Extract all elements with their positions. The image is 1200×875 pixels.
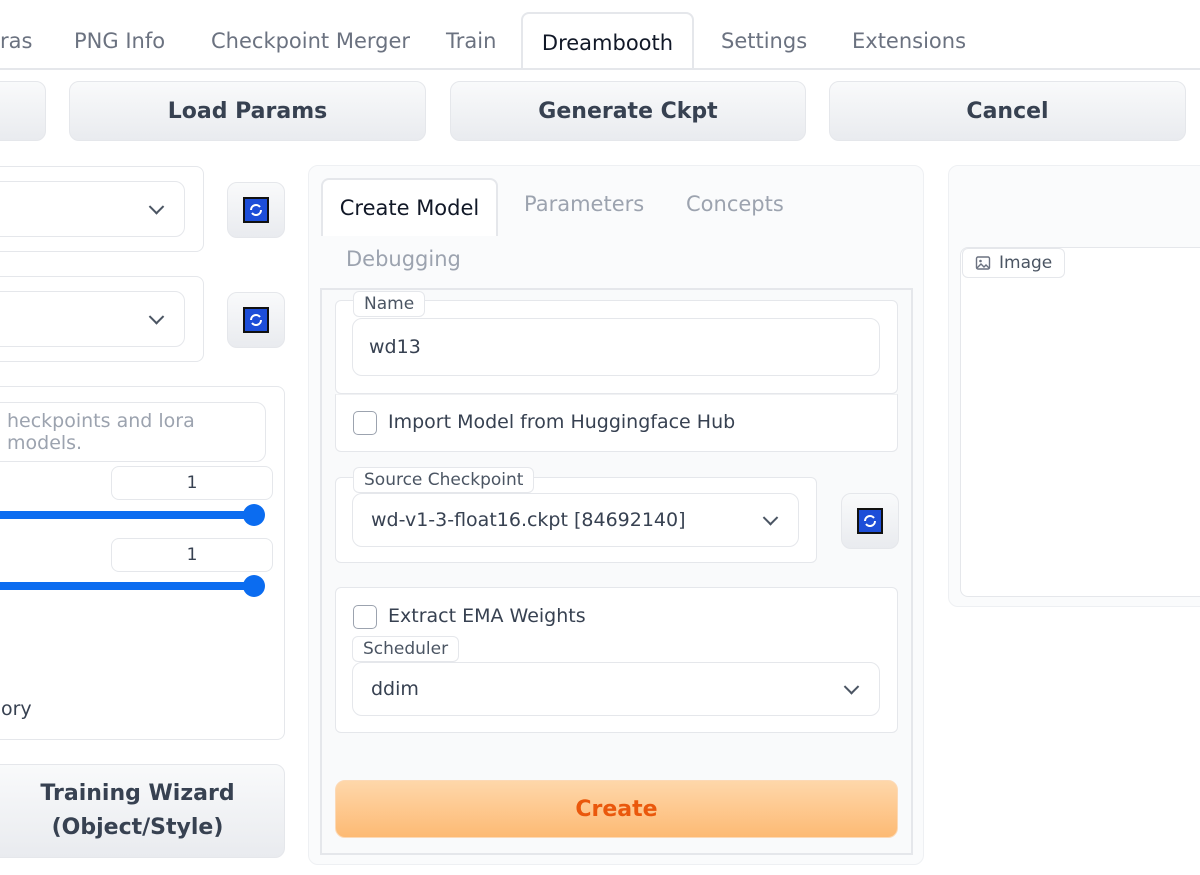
tab-settings[interactable]: Settings: [721, 12, 807, 70]
wizard-line2: (Object/Style): [51, 815, 224, 840]
cancel-button[interactable]: Cancel: [829, 81, 1186, 141]
source-checkpoint-label: Source Checkpoint: [353, 467, 535, 493]
tab-extras[interactable]: ras: [0, 12, 32, 70]
create-button[interactable]: Create: [335, 780, 898, 838]
tab-train[interactable]: Train: [446, 12, 496, 70]
chevron-down-icon: [762, 510, 779, 526]
refresh-icon: [243, 197, 269, 223]
partial-button[interactable]: [0, 81, 46, 141]
model-dropdown[interactable]: [0, 181, 185, 237]
tab-divider: [0, 68, 1200, 70]
model-name-input[interactable]: wd13: [352, 318, 880, 376]
training-wizard-object-style-button[interactable]: Training Wizard (Object/Style): [0, 764, 285, 858]
image-label: Image: [999, 253, 1053, 273]
extract-ema-checkbox[interactable]: [353, 605, 377, 629]
tab-create-model[interactable]: Create Model: [321, 178, 498, 236]
tab-png-info[interactable]: PNG Info: [74, 12, 165, 70]
info-textbox[interactable]: heckpoints and lora models.: [0, 402, 266, 462]
slider2-number-input[interactable]: 1: [111, 538, 273, 572]
chevron-down-icon: [148, 309, 165, 325]
refresh-icon: [857, 508, 883, 534]
lora-select-container: [0, 276, 204, 362]
tab-extensions[interactable]: Extensions: [852, 12, 966, 70]
slider1-handle[interactable]: [243, 504, 265, 526]
chevron-down-icon: [148, 199, 165, 215]
refresh-checkpoint-button[interactable]: [841, 493, 899, 549]
source-checkpoint-value: wd-v1-3-float16.ckpt [84692140]: [371, 509, 686, 531]
slider2-handle[interactable]: [243, 575, 265, 597]
load-params-button[interactable]: Load Params: [69, 81, 426, 141]
name-label: Name: [353, 291, 426, 317]
slider1-number-input[interactable]: 1: [111, 466, 273, 500]
lora-settings-panel: heckpoints and lora models. 1 1 ory: [0, 386, 285, 740]
import-hub-label: Import Model from Huggingface Hub: [388, 411, 736, 433]
tab-parameters[interactable]: Parameters: [524, 192, 644, 216]
tab-checkpoint-merger[interactable]: Checkpoint Merger: [211, 12, 410, 70]
scheduler-label: Scheduler: [352, 636, 460, 662]
image-label-tag: Image: [962, 248, 1066, 278]
scheduler-dropdown[interactable]: ddim: [352, 662, 880, 716]
tab-dreambooth[interactable]: Dreambooth: [521, 12, 694, 70]
lora-dropdown[interactable]: [0, 291, 185, 347]
partial-label: ory: [1, 698, 32, 720]
image-output: [960, 247, 1200, 597]
source-checkpoint-dropdown[interactable]: wd-v1-3-float16.ckpt [84692140]: [352, 493, 799, 547]
generate-ckpt-button[interactable]: Generate Ckpt: [450, 81, 806, 141]
image-icon: [975, 256, 991, 270]
import-hub-checkbox[interactable]: [353, 411, 377, 435]
slider1-track[interactable]: [0, 511, 253, 519]
slider2-track[interactable]: [0, 582, 253, 590]
model-select-container: [0, 166, 204, 252]
tab-concepts[interactable]: Concepts: [686, 192, 784, 216]
scheduler-value: ddim: [371, 678, 419, 700]
refresh-icon: [243, 307, 269, 333]
tab-debugging[interactable]: Debugging: [346, 247, 461, 271]
chevron-down-icon: [843, 679, 860, 695]
wizard-line1: Training Wizard: [40, 781, 235, 806]
extract-ema-label: Extract EMA Weights: [388, 605, 586, 627]
refresh-model-button[interactable]: [227, 182, 285, 238]
refresh-lora-button[interactable]: [227, 292, 285, 348]
